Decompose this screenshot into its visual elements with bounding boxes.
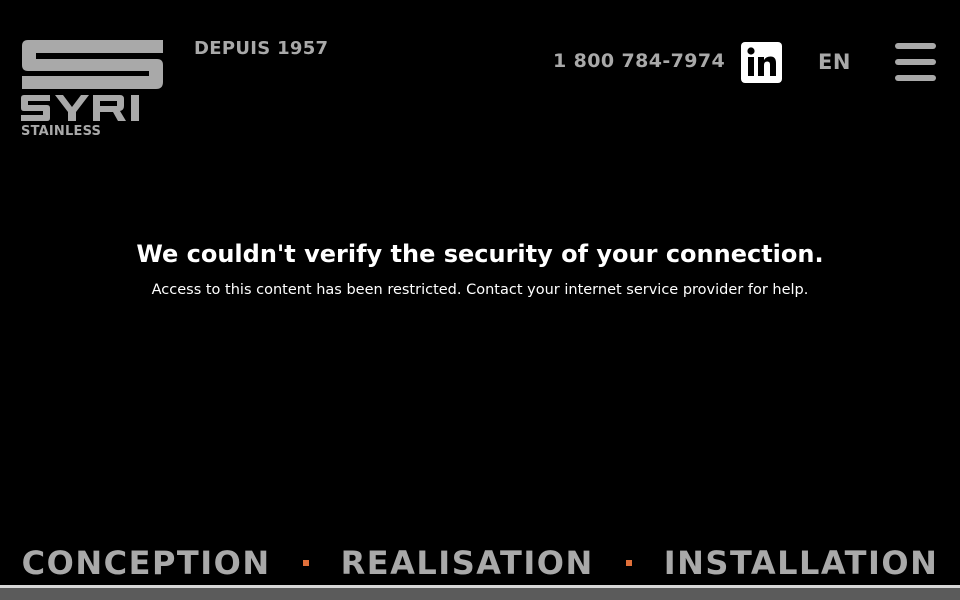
error-description: Access to this content has been restrict…: [151, 282, 809, 298]
menu-bar: [895, 75, 936, 81]
hamburger-menu-icon[interactable]: [895, 43, 936, 81]
brand-logo[interactable]: STAINLESS: [20, 40, 166, 140]
menu-bar: [895, 43, 936, 49]
linkedin-icon: [747, 47, 776, 76]
syri-logo-icon: [21, 40, 163, 121]
tagline-item-conception: CONCEPTION: [21, 544, 271, 582]
error-title: We couldn't verify the security of your …: [136, 240, 824, 268]
footer-bar: [0, 588, 960, 600]
language-switch[interactable]: EN: [818, 50, 851, 74]
logo-subtitle: STAINLESS: [21, 124, 102, 139]
tagline-item-installation: INSTALLATION: [663, 544, 939, 582]
separator-dot: [625, 560, 632, 566]
separator-dot: [302, 560, 309, 566]
tagline: CONCEPTION REALISATION INSTALLATION: [0, 543, 960, 583]
linkedin-button[interactable]: [741, 42, 782, 83]
tagline-item-realisation: REALISATION: [340, 544, 594, 582]
menu-bar: [895, 59, 936, 65]
founded-year-label: DEPUIS 1957: [194, 38, 329, 59]
phone-link[interactable]: 1 800 784-7974: [553, 50, 725, 72]
